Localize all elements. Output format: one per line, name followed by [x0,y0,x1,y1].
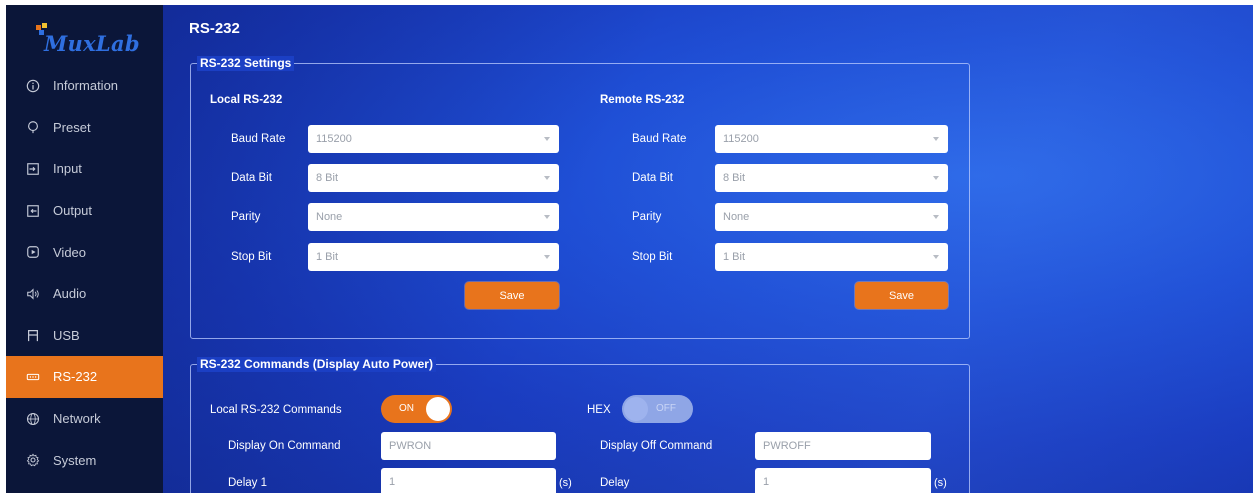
display-on-command-input[interactable]: PWRON [381,432,556,460]
local-rs232-title: Local RS-232 [210,94,283,106]
rs232-commands-legend: RS-232 Commands (Display Auto Power) [197,357,436,372]
sidebar: MuxLab Information Preset Input Output V… [6,5,163,493]
remote-data-bit-select[interactable]: 8 Bit [715,164,948,192]
app-window: MuxLab Information Preset Input Output V… [6,5,1253,493]
local-stop-bit-label: Stop Bit [231,251,272,263]
sidebar-item-usb[interactable]: USB [6,315,163,357]
usb-icon [25,327,41,343]
remote-stop-bit-label: Stop Bit [632,251,673,263]
sidebar-item-label: Output [53,203,93,219]
toggle-knob [426,397,450,421]
chevron-down-icon [544,137,550,141]
delay1-unit: (s) [559,477,572,489]
local-commands-toggle[interactable]: ON [381,395,452,423]
hex-toggle[interactable]: OFF [622,395,693,423]
remote-baud-rate-value: 115200 [723,133,759,145]
audio-icon [25,286,41,302]
remote-data-bit-value: 8 Bit [723,172,746,184]
delay-input[interactable]: 1 [755,468,931,493]
globe-icon [25,411,41,427]
remote-data-bit-label: Data Bit [632,172,673,184]
sidebar-item-label: System [53,452,97,468]
local-data-bit-value: 8 Bit [316,172,339,184]
sidebar-item-label: Video [53,244,87,260]
sidebar-item-video[interactable]: Video [6,231,163,273]
remote-save-button[interactable]: Save [855,282,948,309]
sidebar-item-output[interactable]: Output [6,190,163,232]
remote-parity-value: None [723,211,750,223]
sidebar-item-label: Audio [53,286,87,302]
sidebar-item-label: Network [53,411,101,427]
page-title: RS-232 [189,20,240,37]
rs232-icon [25,369,41,385]
local-stop-bit-value: 1 Bit [316,251,339,263]
chevron-down-icon [933,137,939,141]
local-save-button[interactable]: Save [465,282,559,309]
sidebar-item-preset[interactable]: Preset [6,107,163,149]
delay1-input[interactable]: 1 [381,468,556,493]
sidebar-item-input[interactable]: Input [6,148,163,190]
remote-parity-select[interactable]: None [715,203,948,231]
video-icon [25,244,41,260]
sidebar-item-label: Input [53,161,82,177]
delay-unit: (s) [934,477,947,489]
remote-stop-bit-value: 1 Bit [723,251,746,263]
sidebar-item-label: RS-232 [53,369,98,385]
rs232-commands-panel: RS-232 Commands (Display Auto Power) Loc… [190,357,970,493]
sidebar-item-label: USB [53,327,80,343]
toggle-knob [624,397,648,421]
local-baud-rate-value: 115200 [316,133,352,145]
muxlab-logo: MuxLab [36,23,146,57]
input-icon [25,161,41,177]
preset-icon [25,119,41,135]
chevron-down-icon [933,215,939,219]
toggle-state-label: OFF [656,403,676,414]
remote-parity-label: Parity [632,211,662,223]
delay-label: Delay [600,477,630,489]
local-stop-bit-select[interactable]: 1 Bit [308,243,559,271]
hex-label: HEX [587,404,611,416]
local-parity-select[interactable]: None [308,203,559,231]
local-commands-label: Local RS-232 Commands [210,404,342,416]
rs232-settings-panel: RS-232 Settings Local RS-232 Baud Rate 1… [190,56,970,339]
remote-baud-rate-select[interactable]: 115200 [715,125,948,153]
remote-stop-bit-select[interactable]: 1 Bit [715,243,948,271]
local-baud-rate-label: Baud Rate [231,133,286,145]
remote-rs232-title: Remote RS-232 [600,94,685,106]
sidebar-item-system[interactable]: System [6,439,163,481]
display-off-label: Display Off Command [600,440,713,452]
chevron-down-icon [544,215,550,219]
sidebar-nav: Information Preset Input Output Video Au… [6,65,163,481]
gear-icon [25,452,41,468]
sidebar-item-information[interactable]: Information [6,65,163,107]
local-data-bit-select[interactable]: 8 Bit [308,164,559,192]
sidebar-item-label: Information [53,78,119,94]
chevron-down-icon [933,176,939,180]
display-on-label: Display On Command [228,440,341,452]
sidebar-item-network[interactable]: Network [6,398,163,440]
display-off-command-value: PWROFF [763,440,811,452]
sidebar-item-rs-232[interactable]: RS-232 [6,356,163,398]
toggle-state-label: ON [399,403,414,414]
info-circle-icon [25,78,41,94]
chevron-down-icon [544,176,550,180]
delay1-label: Delay 1 [228,477,267,489]
delay-value: 1 [763,476,770,488]
chevron-down-icon [544,255,550,259]
display-on-command-value: PWRON [389,440,432,452]
local-baud-rate-select[interactable]: 115200 [308,125,559,153]
remote-baud-rate-label: Baud Rate [632,133,687,145]
sidebar-item-label: Preset [53,119,91,135]
local-parity-value: None [316,211,343,223]
local-parity-label: Parity [231,211,261,223]
sidebar-item-audio[interactable]: Audio [6,273,163,315]
local-data-bit-label: Data Bit [231,172,272,184]
chevron-down-icon [933,255,939,259]
logo-text: MuxLab [44,31,140,56]
rs232-settings-legend: RS-232 Settings [197,56,295,71]
delay1-value: 1 [389,476,396,488]
display-off-command-input[interactable]: PWROFF [755,432,931,460]
output-icon [25,203,41,219]
